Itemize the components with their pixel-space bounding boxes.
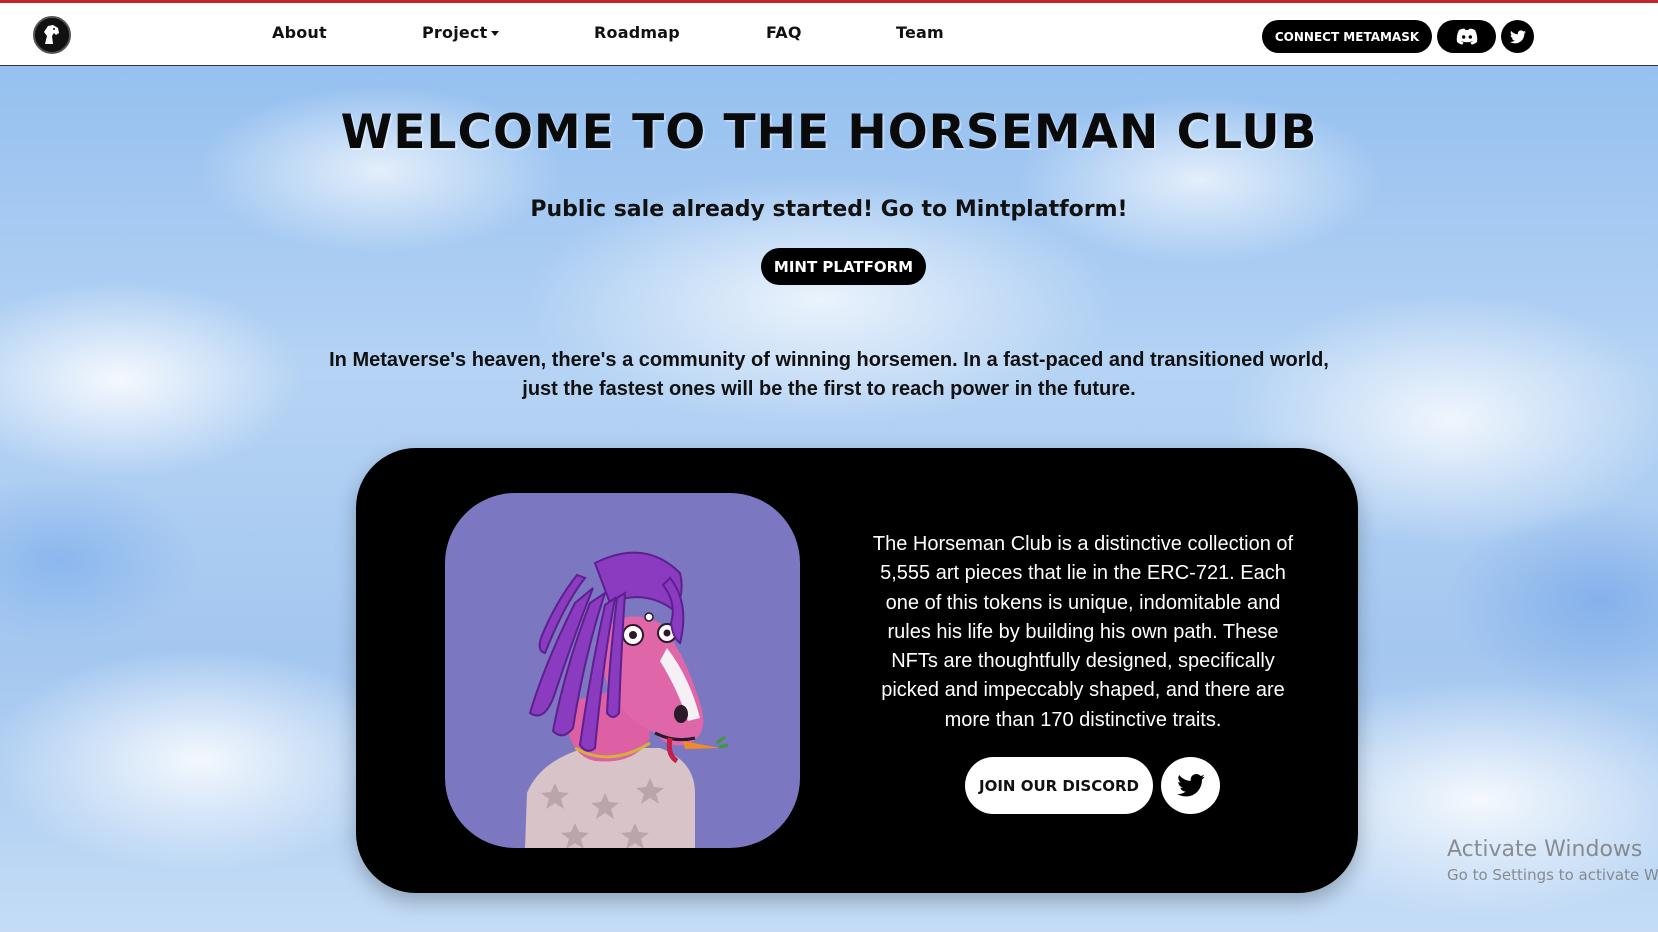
nav-about[interactable]: About	[272, 23, 327, 42]
twitter-icon	[1176, 774, 1205, 797]
join-discord-button[interactable]: JOIN OUR DISCORD	[965, 757, 1153, 814]
twitter-icon	[1509, 29, 1526, 43]
mint-platform-button[interactable]: MINT PLATFORM	[761, 248, 926, 285]
nav-project-label: Project	[422, 23, 488, 42]
collection-description: The Horseman Club is a distinctive colle…	[872, 533, 1294, 731]
nft-horse-image	[445, 493, 800, 848]
logo-horse-icon[interactable]	[33, 16, 71, 54]
hero-subtitle: Public sale already started! Go to Mintp…	[530, 197, 1128, 222]
about-card: The Horseman Club is a distinctive colle…	[356, 448, 1358, 893]
connect-metamask-label: CONNECT METAMASK	[1274, 29, 1420, 44]
twitter-card-button[interactable]	[1161, 757, 1220, 814]
nav-team[interactable]: Team	[896, 23, 944, 42]
nav-roadmap-label: Roadmap	[594, 23, 680, 42]
nav-team-label: Team	[896, 23, 944, 42]
discord-icon	[1456, 28, 1477, 45]
nav-project[interactable]: Project	[422, 23, 500, 42]
twitter-nav-button[interactable]	[1501, 20, 1534, 53]
connect-metamask-button[interactable]: CONNECT METAMASK	[1262, 20, 1432, 53]
hero-title: WELCOME TO THE HORSEMAN CLUB	[340, 105, 1318, 160]
chevron-down-icon	[491, 31, 500, 36]
nav-faq[interactable]: FAQ	[766, 23, 802, 42]
discord-nav-button[interactable]	[1437, 20, 1496, 53]
windows-activation-watermark: Activate Windows Go to Settings to activ…	[1447, 837, 1658, 884]
join-discord-label: JOIN OUR DISCORD	[979, 776, 1139, 795]
mint-platform-label: MINT PLATFORM	[773, 257, 914, 276]
navbar: About Project Roadmap FAQ Team CONNECT M…	[0, 0, 1658, 66]
watermark-title: Activate Windows	[1447, 837, 1643, 862]
intro-text: In Metaverse's heaven, there's a communi…	[329, 349, 1329, 400]
nav-about-label: About	[272, 23, 327, 42]
watermark-subtitle: Go to Settings to activate Windows.	[1447, 866, 1658, 884]
nav-faq-label: FAQ	[766, 23, 802, 42]
nav-roadmap[interactable]: Roadmap	[594, 23, 680, 42]
